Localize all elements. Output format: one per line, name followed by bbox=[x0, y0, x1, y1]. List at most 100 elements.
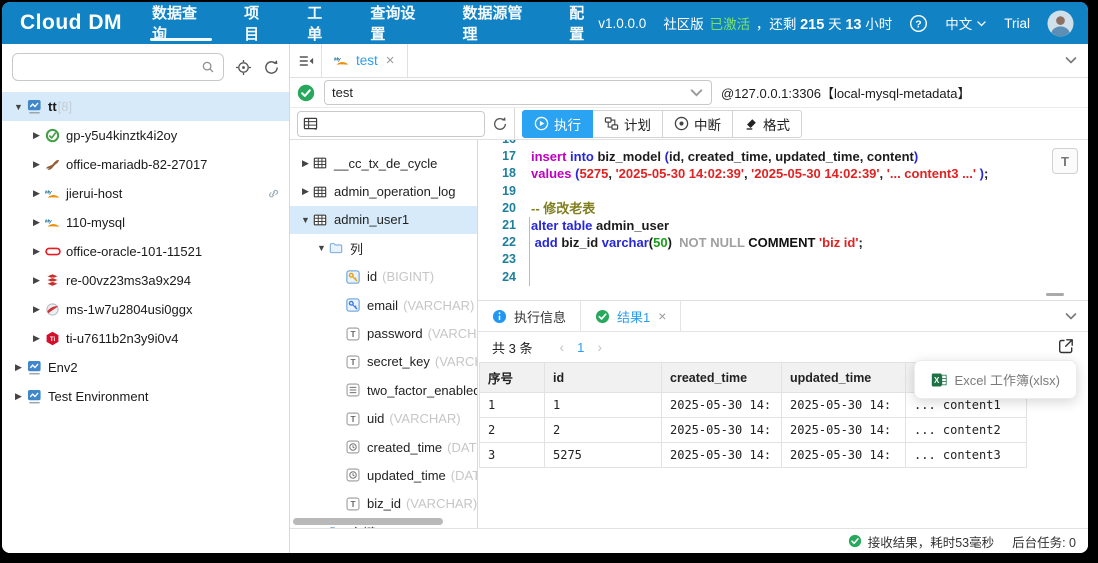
table-cell[interactable]: 1 bbox=[544, 392, 662, 418]
table-cell[interactable]: 2025-05-30 14: bbox=[661, 392, 782, 418]
table-cell[interactable]: ... content3 bbox=[905, 442, 1027, 468]
tab-close-icon[interactable]: × bbox=[386, 52, 395, 69]
search-box[interactable] bbox=[12, 53, 224, 81]
export-menu[interactable]: X Excel 工作簿(xlsx) bbox=[913, 360, 1077, 399]
sidebar-item-7[interactable]: ▶ ms-1w7u2804usi0ggx bbox=[2, 295, 289, 324]
table-cell[interactable]: 2 bbox=[544, 417, 662, 443]
object-tree-item-7[interactable]: Tsecret_key(VARCHA bbox=[290, 348, 477, 376]
tabbar-chevron-down-icon[interactable] bbox=[1064, 53, 1078, 67]
prev-page-button[interactable]: ‹ bbox=[559, 339, 564, 355]
collapse-sidebar-button[interactable] bbox=[290, 44, 322, 77]
code-line[interactable]: 19 bbox=[478, 183, 1088, 200]
table-filter-box[interactable] bbox=[297, 110, 485, 137]
sql-editor[interactable]: 1617insert into biz_model (id, created_t… bbox=[478, 140, 1088, 301]
table-cell[interactable]: 2 bbox=[479, 417, 545, 443]
code-line[interactable]: 20 -- 修改老表 bbox=[478, 200, 1088, 217]
object-tree-item-4[interactable]: id (BIGINT) bbox=[290, 263, 477, 291]
column-header-序号[interactable]: 序号 bbox=[479, 362, 545, 393]
expand-arrow-icon[interactable]: ▶ bbox=[28, 275, 45, 286]
code-line[interactable]: 16 bbox=[478, 140, 1088, 148]
nav-item-4[interactable]: 数据源管理 bbox=[462, 2, 535, 44]
column-header-id[interactable]: id bbox=[544, 362, 662, 393]
next-page-button[interactable]: › bbox=[597, 339, 602, 355]
avatar[interactable] bbox=[1047, 9, 1074, 37]
sidebar-item-10[interactable]: ▶ Test Environment bbox=[2, 382, 289, 411]
collapse-arrow-icon[interactable]: ▼ bbox=[10, 102, 27, 112]
refresh-tables-icon[interactable] bbox=[492, 116, 508, 132]
expand-arrow-icon[interactable]: ▶ bbox=[28, 159, 45, 170]
format-button[interactable]: 格式 bbox=[733, 109, 802, 138]
sidebar-item-4[interactable]: ▶ My 110-mysql bbox=[2, 208, 289, 237]
table-cell[interactable]: ... content2 bbox=[905, 417, 1027, 443]
collapse-arrow-icon[interactable]: ▼ bbox=[314, 527, 329, 528]
expand-arrow-icon[interactable]: ▶ bbox=[298, 186, 313, 197]
object-tree-item-5[interactable]: email (VARCHAR) bbox=[290, 291, 477, 319]
tab-test[interactable]: My test × bbox=[322, 44, 408, 77]
locate-icon[interactable] bbox=[235, 59, 252, 76]
expand-arrow-icon[interactable]: ▶ bbox=[28, 304, 45, 315]
object-tree-item-3[interactable]: ▼ 列 bbox=[290, 234, 477, 262]
object-tree-item-2[interactable]: ▼ admin_user1 bbox=[290, 205, 477, 235]
code-line[interactable]: 18 values (5275, '2025-05-30 14:02:39', '… bbox=[478, 165, 1088, 182]
object-tree-item-12[interactable]: Tbiz_id (VARCHAR) bbox=[290, 490, 477, 518]
nav-item-0[interactable]: 数据查询 bbox=[149, 2, 213, 44]
table-cell[interactable]: 2025-05-30 14: bbox=[781, 392, 906, 418]
collapse-arrow-icon[interactable]: ▼ bbox=[314, 243, 329, 253]
result-tab-close-icon[interactable]: × bbox=[658, 308, 666, 324]
object-tree-item-1[interactable]: ▶ admin_operation_log bbox=[290, 177, 477, 205]
expand-arrow-icon[interactable]: ▶ bbox=[298, 158, 313, 169]
sidebar-item-5[interactable]: ▶ office-oracle-101-11521 bbox=[2, 237, 289, 266]
code-line[interactable]: 17 insert into biz_model (id, created_tim… bbox=[478, 148, 1088, 165]
table-cell[interactable]: 2025-05-30 14: bbox=[781, 442, 906, 468]
collapse-arrow-icon[interactable]: ▼ bbox=[298, 215, 313, 225]
sidebar-item-3[interactable]: ▶ My jierui-host bbox=[2, 179, 289, 208]
object-tree-item-9[interactable]: Tuid (VARCHAR) bbox=[290, 405, 477, 433]
sidebar-item-9[interactable]: ▶ Env2 bbox=[2, 353, 289, 382]
expand-arrow-icon[interactable]: ▶ bbox=[28, 130, 45, 141]
code-line[interactable]: 24 bbox=[478, 269, 1088, 286]
code-line[interactable]: 21 alter table admin_user bbox=[478, 217, 1088, 234]
expand-arrow-icon[interactable]: ▶ bbox=[28, 333, 45, 344]
table-cell[interactable]: 2025-05-30 14: bbox=[781, 417, 906, 443]
current-page[interactable]: 1 bbox=[577, 340, 584, 355]
expand-arrow-icon[interactable]: ▶ bbox=[28, 188, 45, 199]
editor-scrollbar[interactable] bbox=[1046, 293, 1064, 296]
plan-button[interactable]: 计划 bbox=[593, 109, 663, 138]
nav-item-5[interactable]: 配置 bbox=[569, 2, 598, 44]
expand-arrow-icon[interactable]: ▶ bbox=[10, 362, 27, 373]
sidebar-item-1[interactable]: ▶ gp-y5u4kinztk4i2oy bbox=[2, 121, 289, 150]
object-tree-item-10[interactable]: created_time(DATE bbox=[290, 433, 477, 461]
object-tree-item-11[interactable]: updated_time(DATE bbox=[290, 461, 477, 489]
language-selector[interactable]: 中文 bbox=[945, 13, 987, 33]
database-selector[interactable]: test bbox=[324, 80, 712, 105]
sidebar-item-2[interactable]: ▶ office-mariadb-82-27017 bbox=[2, 150, 289, 179]
results-chevron-down-icon[interactable] bbox=[1064, 309, 1078, 323]
sidebar-item-0[interactable]: ▼ tt [8] bbox=[2, 92, 289, 121]
help-icon[interactable]: ? bbox=[909, 14, 928, 33]
tab-execution-info[interactable]: 执行信息 bbox=[478, 301, 582, 331]
expand-arrow-icon[interactable]: ▶ bbox=[28, 246, 45, 257]
horizontal-scrollbar[interactable] bbox=[293, 518, 443, 525]
nav-item-2[interactable]: 工单 bbox=[307, 2, 336, 44]
table-cell[interactable]: 5275 bbox=[544, 442, 662, 468]
table-filter-input[interactable] bbox=[320, 115, 479, 132]
column-header-updated_time[interactable]: updated_time bbox=[781, 362, 906, 393]
refresh-icon[interactable] bbox=[263, 59, 280, 76]
export-icon[interactable] bbox=[1057, 337, 1075, 355]
code-line[interactable]: 22 add biz_id varchar(50) NOT NULL COMME… bbox=[478, 234, 1088, 251]
table-cell[interactable]: 1 bbox=[479, 392, 545, 418]
column-header-created_time[interactable]: created_time bbox=[661, 362, 782, 393]
expand-arrow-icon[interactable]: ▶ bbox=[10, 391, 27, 402]
text-mode-button[interactable]: T bbox=[1052, 148, 1078, 174]
tab-result-1[interactable]: 结果1 × bbox=[581, 301, 682, 331]
table-cell[interactable]: 2025-05-30 14: bbox=[661, 442, 782, 468]
sidebar-item-6[interactable]: ▶ re-00vz23ms3a9x294 bbox=[2, 266, 289, 295]
table-cell[interactable]: 3 bbox=[479, 442, 545, 468]
interrupt-button[interactable]: 中断 bbox=[663, 109, 733, 138]
object-tree-item-8[interactable]: two_factor_enabled bbox=[290, 376, 477, 404]
nav-item-3[interactable]: 查询设置 bbox=[370, 2, 428, 44]
expand-arrow-icon[interactable]: ▶ bbox=[28, 217, 45, 228]
object-tree-item-6[interactable]: Tpassword(VARCHAR bbox=[290, 319, 477, 347]
search-input[interactable] bbox=[21, 58, 201, 76]
table-cell[interactable]: 2025-05-30 14: bbox=[661, 417, 782, 443]
